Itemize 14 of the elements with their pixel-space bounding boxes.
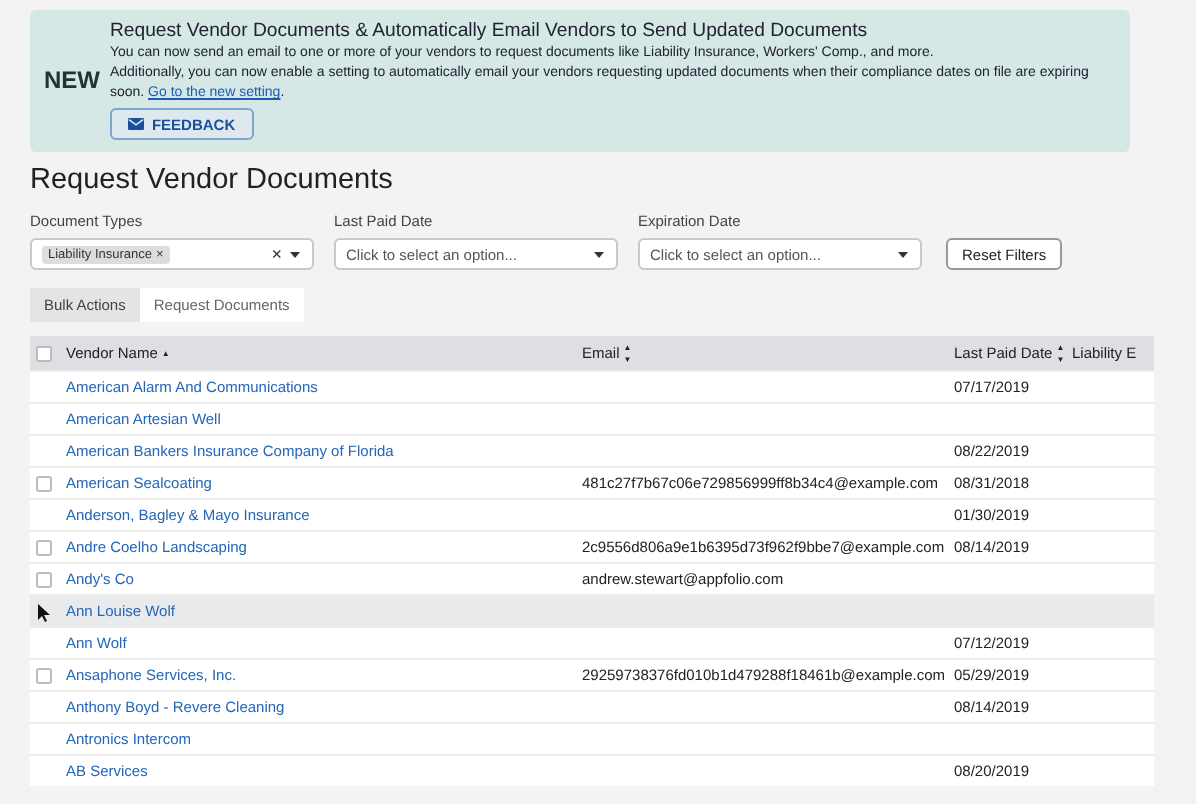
row-checkbox[interactable] (36, 540, 52, 556)
row-checkbox[interactable] (36, 572, 52, 588)
row-checkbox[interactable] (36, 476, 52, 492)
page-title: Request Vendor Documents (30, 164, 395, 196)
row-checkbox[interactable] (36, 668, 52, 684)
caret-icon (898, 251, 908, 257)
mouse-pointer-icon (38, 604, 50, 622)
envelope-icon (127, 118, 144, 130)
clear-icon[interactable]: × (271, 244, 282, 264)
caret-icon (290, 251, 300, 257)
banner-title: Request Vendor Documents & Automatically Email Vendors to Send Updated Documents (109, 20, 870, 44)
new-label: NEW (44, 66, 102, 94)
caret-icon (594, 251, 604, 257)
select-all-checkbox[interactable] (36, 346, 52, 362)
